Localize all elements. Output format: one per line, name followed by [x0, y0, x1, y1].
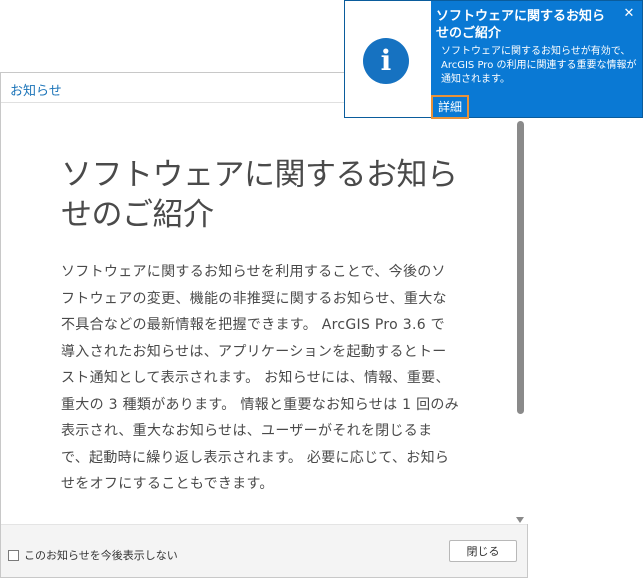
toast-details-link[interactable]: 詳細 — [431, 95, 469, 119]
pane-title: お知らせ — [10, 84, 62, 99]
notification-heading: ソフトウェアに関するお知らせのご紹介 — [61, 157, 458, 233]
notification-body: ソフトウェアに関するお知らせを利用することで、今後のソフトウェアの変更、機能の非… — [61, 264, 459, 492]
notification-content: ソフトウェアに関するお知らせのご紹介 ソフトウェアに関するお知らせを利用すること… — [1, 103, 513, 524]
dont-show-again-option[interactable]: このお知らせを今後表示しない — [8, 547, 178, 563]
toast-notification: i ソフトウェアに関するお知らせのご紹介 ✕ ソフトウェアに関するお知らせが有効… — [344, 0, 643, 119]
toast-body: ソフトウェアに関するお知らせのご紹介 ✕ ソフトウェアに関するお知らせが有効で、… — [431, 1, 642, 119]
toast-icon-area: i — [345, 1, 431, 117]
pane-footer: このお知らせを今後表示しない 閉じる — [1, 524, 527, 577]
info-icon: i — [363, 38, 409, 84]
toast-close-icon[interactable]: ✕ — [622, 7, 636, 21]
vertical-scrollbar[interactable] — [513, 103, 528, 524]
notification-pane: お知らせ ソフトウェアに関するお知らせのご紹介 ソフトウェアに関するお知らせを利… — [0, 72, 528, 578]
scroll-thumb[interactable] — [517, 121, 524, 414]
dont-show-again-checkbox[interactable] — [8, 549, 19, 561]
dont-show-again-label[interactable]: このお知らせを今後表示しない — [24, 547, 178, 563]
toast-message: ソフトウェアに関するお知らせが有効で、ArcGIS Pro の利用に関連する重要… — [441, 46, 637, 85]
close-button[interactable]: 閉じる — [449, 540, 517, 562]
toast-title: ソフトウェアに関するお知らせのご紹介 — [436, 9, 606, 41]
scroll-down-arrow-icon[interactable] — [516, 517, 524, 523]
